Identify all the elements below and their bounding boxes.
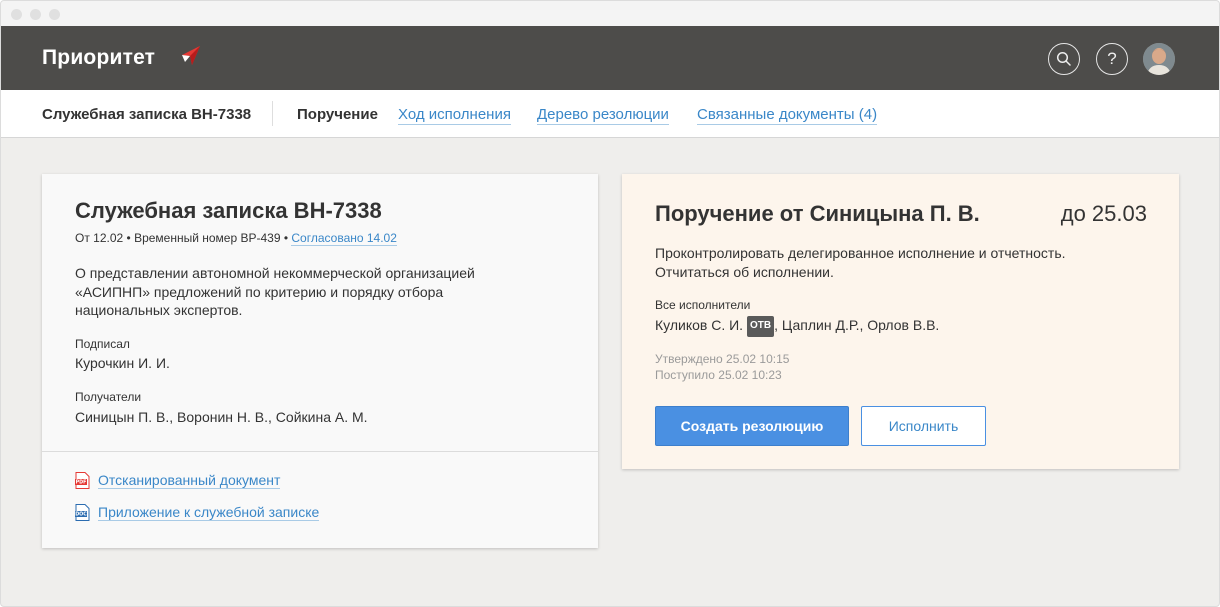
attachment-row-pdf[interactable]: PDF Отсканированный документ xyxy=(75,472,281,489)
document-description-line: О представлении автономной некоммерческо… xyxy=(75,265,475,281)
received-timestamp: Поступило 25.02 10:23 xyxy=(655,368,782,382)
search-button[interactable] xyxy=(1048,43,1080,75)
recipients-label: Получатели xyxy=(75,390,142,404)
document-header-title: Служебная записка ВН-7338 xyxy=(42,106,252,123)
top-header: Приоритет ? xyxy=(1,26,1219,90)
app-window: Приоритет ? Служебная записка ВН-7338 По… xyxy=(0,0,1220,607)
document-description-line: «АСИПНП» предложений по критерию и поряд… xyxy=(75,283,444,300)
card-divider xyxy=(42,451,598,452)
assignment-text-line: Отчитаться об исполнении. xyxy=(655,263,834,280)
attachment-link[interactable]: Приложение к служебной записке xyxy=(98,504,320,521)
tabbar-divider xyxy=(272,101,273,126)
document-description-line: национальных экспертов. xyxy=(75,302,243,318)
help-icon: ? xyxy=(1107,49,1117,68)
signed-value: Курочкин И. И. xyxy=(75,355,170,371)
executors-label: Все исполнители xyxy=(655,298,751,312)
execute-button[interactable]: Исполнить xyxy=(861,406,986,446)
app-logo[interactable]: Приоритет xyxy=(42,46,155,70)
recipients-value: Синицын П. В., Воронин Н. В., Сойкина А.… xyxy=(75,409,368,425)
assignment-text-line: Проконтролировать делегированное исполне… xyxy=(655,245,1066,261)
executors-rest: , Цаплин Д.Р., Орлов В.В. xyxy=(774,317,940,333)
attachment-row-doc[interactable]: DOC Приложение к служебной записке xyxy=(75,504,320,521)
document-meta: От 12.02 • Временный номер ВР-439 • Согл… xyxy=(75,231,397,246)
approval-link[interactable]: Согласовано 14.02 xyxy=(291,231,397,246)
logo-mark-icon xyxy=(182,46,200,65)
window-titlebar xyxy=(1,1,1219,26)
tab-assignment[interactable]: Поручение xyxy=(297,106,378,124)
doc-file-type: DOC xyxy=(75,512,87,518)
responsible-badge: ОТВ xyxy=(746,316,775,337)
signed-label: Подписал xyxy=(75,337,130,351)
window-maximize-dot[interactable] xyxy=(49,9,60,20)
user-avatar[interactable] xyxy=(1143,43,1175,75)
pdf-file-icon: PDF xyxy=(75,472,90,489)
tab-execution-progress[interactable]: Ход исполнения xyxy=(398,106,511,125)
assignment-title: Поручение от Синицына П. В. xyxy=(655,201,980,226)
executors-list: Куликов С. И. ОТВ, Цаплин Д.Р., Орлов В.… xyxy=(655,316,939,337)
search-icon xyxy=(1056,51,1071,66)
tab-resolution-tree[interactable]: Дерево резолюции xyxy=(537,106,669,125)
document-title: Служебная записка ВН-7338 xyxy=(75,198,382,223)
create-resolution-button[interactable]: Создать резолюцию xyxy=(655,406,849,446)
help-button[interactable]: ? xyxy=(1096,43,1128,75)
window-minimize-dot[interactable] xyxy=(30,9,41,20)
window-close-dot[interactable] xyxy=(11,9,22,20)
approved-timestamp: Утверждено 25.02 10:15 xyxy=(655,352,790,366)
executor-main: Куликов С. И. xyxy=(655,317,744,333)
document-description: О представлении автономной некоммерческо… xyxy=(75,264,475,320)
attachment-link[interactable]: Отсканированный документ xyxy=(98,472,281,489)
pdf-file-type: PDF xyxy=(76,480,87,486)
tab-related-documents[interactable]: Связанные документы (4) xyxy=(697,106,878,125)
assignment-card: Поручение от Синицына П. В. до 25.03 Про… xyxy=(622,174,1179,469)
document-meta-text: От 12.02 • Временный номер ВР-439 • xyxy=(75,231,289,245)
assignment-deadline: до 25.03 xyxy=(1060,201,1147,226)
user-avatar-icon xyxy=(1143,43,1175,75)
document-tabbar: Служебная записка ВН-7338 Поручение Ход … xyxy=(1,90,1219,138)
document-card: Служебная записка ВН-7338 От 12.02 • Вре… xyxy=(42,174,598,548)
assignment-text: Проконтролировать делегированное исполне… xyxy=(655,244,1066,281)
doc-file-icon: DOC xyxy=(75,504,90,521)
